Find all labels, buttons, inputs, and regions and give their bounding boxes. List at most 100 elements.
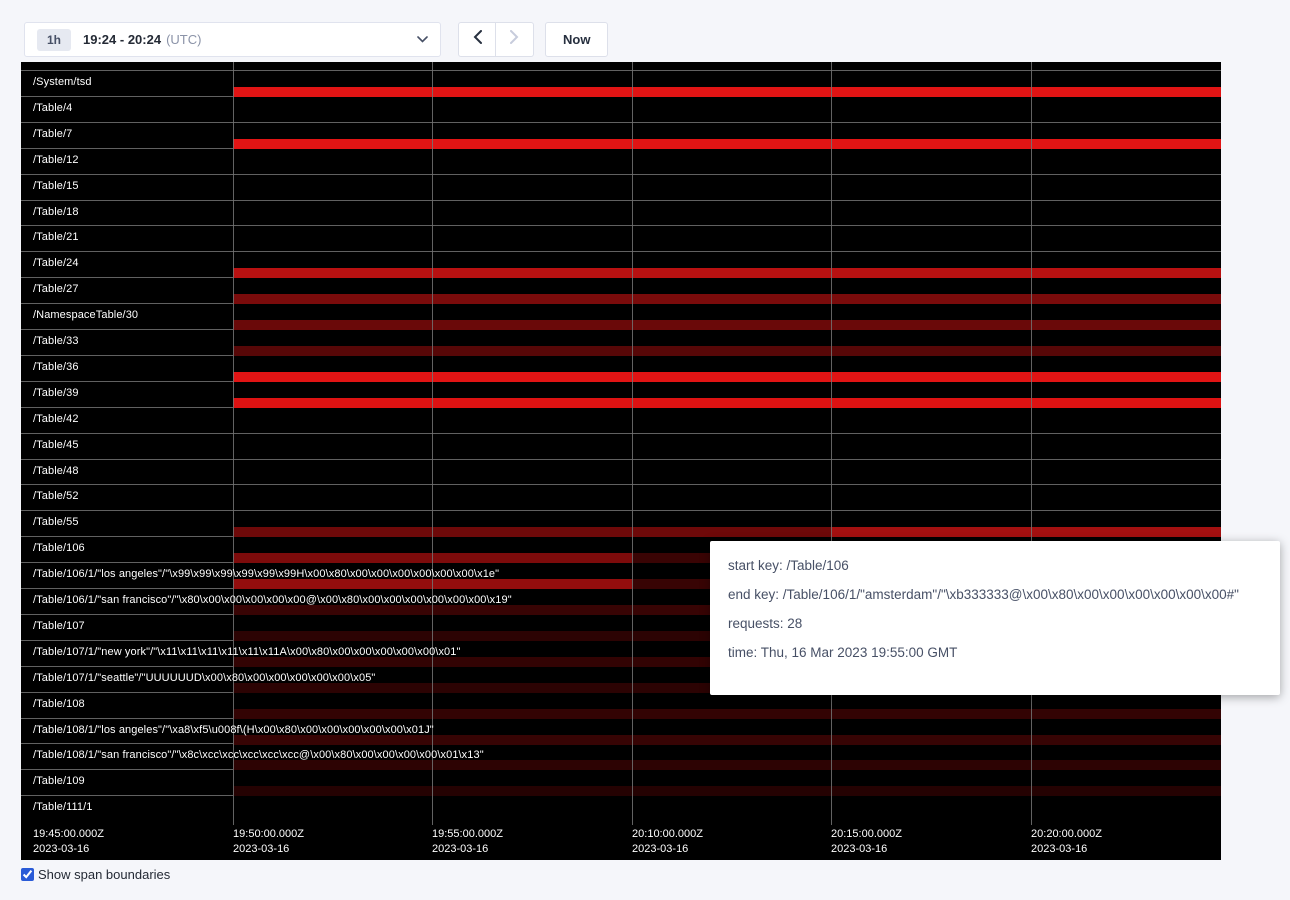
- heatmap-row[interactable]: /Table/21: [21, 225, 1221, 251]
- chevron-down-icon: [417, 36, 428, 43]
- row-label: /Table/108: [33, 698, 85, 710]
- tick-time: 19:45:00.000Z: [33, 827, 104, 842]
- time-nav-buttons: [458, 22, 534, 57]
- row-label: /Table/27: [33, 283, 79, 295]
- heatmap-row[interactable]: /Table/109: [21, 769, 1221, 795]
- tooltip-line: time: Thu, 16 Mar 2023 19:55:00 GMT: [728, 645, 1262, 660]
- chevron-left-icon: [473, 30, 482, 49]
- span-boundaries-control: Show span boundaries: [21, 867, 170, 882]
- row-label: /Table/21: [33, 231, 79, 243]
- x-axis-tick: 19:45:00.000Z2023-03-16: [33, 827, 104, 857]
- heatmap-row[interactable]: /Table/12: [21, 148, 1221, 174]
- x-axis-tick: 20:10:00.000Z2023-03-16: [632, 827, 703, 857]
- heatmap-band[interactable]: [233, 527, 831, 537]
- heatmap-row[interactable]: /Table/27: [21, 277, 1221, 303]
- tick-date: 2023-03-16: [831, 842, 902, 857]
- x-axis-tick: 19:50:00.000Z2023-03-16: [233, 827, 304, 857]
- heatmap-band[interactable]: [233, 786, 1221, 796]
- range-duration-pill: 1h: [37, 29, 71, 51]
- row-label: /Table/107/1/"new york"/"\x11\x11\x11\x1…: [33, 646, 461, 658]
- row-label: /Table/18: [33, 206, 79, 218]
- row-label: /Table/12: [33, 154, 79, 166]
- tooltip-line: start key: /Table/106: [728, 558, 1262, 573]
- tick-time: 19:55:00.000Z: [432, 827, 503, 842]
- heatmap-row[interactable]: /Table/15: [21, 174, 1221, 200]
- heatmap-row[interactable]: /Table/24: [21, 251, 1221, 277]
- x-axis-tick: 19:55:00.000Z2023-03-16: [432, 827, 503, 857]
- now-button[interactable]: Now: [545, 22, 608, 57]
- heatmap-row[interactable]: /Table/111/1: [21, 795, 1221, 821]
- tick-time: 20:15:00.000Z: [831, 827, 902, 842]
- time-gridline: [1031, 62, 1032, 825]
- heatmap-row[interactable]: /Table/45: [21, 433, 1221, 459]
- heatmap-band[interactable]: [233, 760, 1221, 770]
- span-hover-tooltip: start key: /Table/106 end key: /Table/106…: [710, 541, 1280, 695]
- key-visualizer-canvas[interactable]: /System/tsd/Table/4/Table/7/Table/12/Tab…: [21, 62, 1221, 860]
- heatmap-band[interactable]: [233, 735, 1221, 745]
- heatmap-band[interactable]: [233, 87, 1221, 97]
- tick-date: 2023-03-16: [1031, 842, 1102, 857]
- tick-date: 2023-03-16: [432, 842, 503, 857]
- row-label: /Table/111/1: [33, 801, 93, 813]
- heatmap-row[interactable]: /NamespaceTable/30: [21, 303, 1221, 329]
- heatmap-row[interactable]: /Table/108: [21, 692, 1221, 718]
- row-label: /Table/42: [33, 413, 79, 425]
- tooltip-line: end key: /Table/106/1/"amsterdam"/"\xb33…: [728, 587, 1262, 602]
- previous-range-button[interactable]: [458, 22, 496, 57]
- row-label: /Table/108/1/"san francisco"/"\x8c\xcc\x…: [33, 749, 484, 761]
- row-label: /Table/33: [33, 335, 79, 347]
- range-text: 19:24 - 20:24: [83, 32, 161, 47]
- tick-date: 2023-03-16: [33, 842, 104, 857]
- heatmap-band[interactable]: [233, 372, 1221, 382]
- row-label: /Table/24: [33, 257, 79, 269]
- heatmap-row[interactable]: /Table/36: [21, 355, 1221, 381]
- tooltip-line: requests: 28: [728, 616, 1262, 631]
- heatmap-row[interactable]: /Table/39: [21, 381, 1221, 407]
- row-label: /Table/107: [33, 620, 85, 632]
- heatmap-row[interactable]: /Table/55: [21, 510, 1221, 536]
- heatmap-band[interactable]: [831, 527, 1221, 537]
- tick-date: 2023-03-16: [233, 842, 304, 857]
- heatmap-band[interactable]: [233, 139, 1221, 149]
- heatmap-row[interactable]: /Table/18: [21, 200, 1221, 226]
- heatmap-row[interactable]: /Table/42: [21, 407, 1221, 433]
- row-label: /Table/106/1/"los angeles"/"\x99\x99\x99…: [33, 568, 499, 580]
- show-span-boundaries-label: Show span boundaries: [38, 867, 170, 882]
- time-gridline: [831, 62, 832, 825]
- heatmap-row[interactable]: /Table/33: [21, 329, 1221, 355]
- heatmap-row[interactable]: /Table/52: [21, 484, 1221, 510]
- heatmap-row[interactable]: /Table/7: [21, 122, 1221, 148]
- chevron-right-icon: [510, 30, 519, 49]
- row-label: /Table/7: [33, 128, 72, 140]
- heatmap-band[interactable]: [233, 709, 1221, 719]
- row-label: /Table/45: [33, 439, 79, 451]
- row-label: /Table/39: [33, 387, 79, 399]
- heatmap-row[interactable]: /System/tsd: [21, 70, 1221, 96]
- heatmap-row[interactable]: /Table/4: [21, 96, 1221, 122]
- x-axis-tick: 20:20:00.000Z2023-03-16: [1031, 827, 1102, 857]
- heatmap-band[interactable]: [233, 268, 1221, 278]
- heatmap-band[interactable]: [233, 294, 1221, 304]
- heatmap-band[interactable]: [233, 320, 1221, 330]
- tick-time: 19:50:00.000Z: [233, 827, 304, 842]
- heatmap-row[interactable]: /Table/108/1/"los angeles"/"\xa8\xf5\u00…: [21, 718, 1221, 744]
- row-label: /Table/55: [33, 516, 79, 528]
- row-label: /Table/52: [33, 490, 79, 502]
- heatmap-row[interactable]: /Table/108/1/"san francisco"/"\x8c\xcc\x…: [21, 743, 1221, 769]
- row-label: /Table/108/1/"los angeles"/"\xa8\xf5\u00…: [33, 724, 434, 736]
- heatmap-row[interactable]: /Table/48: [21, 459, 1221, 485]
- heatmap-band[interactable]: [233, 398, 1221, 408]
- tick-time: 20:20:00.000Z: [1031, 827, 1102, 842]
- row-label: /Table/36: [33, 361, 79, 373]
- row-label: /NamespaceTable/30: [33, 309, 138, 321]
- x-axis-tick: 20:15:00.000Z2023-03-16: [831, 827, 902, 857]
- next-range-button[interactable]: [496, 22, 534, 57]
- heatmap-band[interactable]: [233, 346, 1221, 356]
- time-gridline: [432, 62, 433, 825]
- row-label: /Table/48: [33, 465, 79, 477]
- row-label: /Table/107/1/"seattle"/"UUUUUUD\x00\x80\…: [33, 672, 375, 684]
- time-range-selector[interactable]: 1h 19:24 - 20:24 (UTC): [24, 22, 441, 57]
- row-label: /Table/109: [33, 775, 85, 787]
- show-span-boundaries-checkbox[interactable]: [21, 868, 34, 881]
- row-label: /Table/4: [33, 102, 72, 114]
